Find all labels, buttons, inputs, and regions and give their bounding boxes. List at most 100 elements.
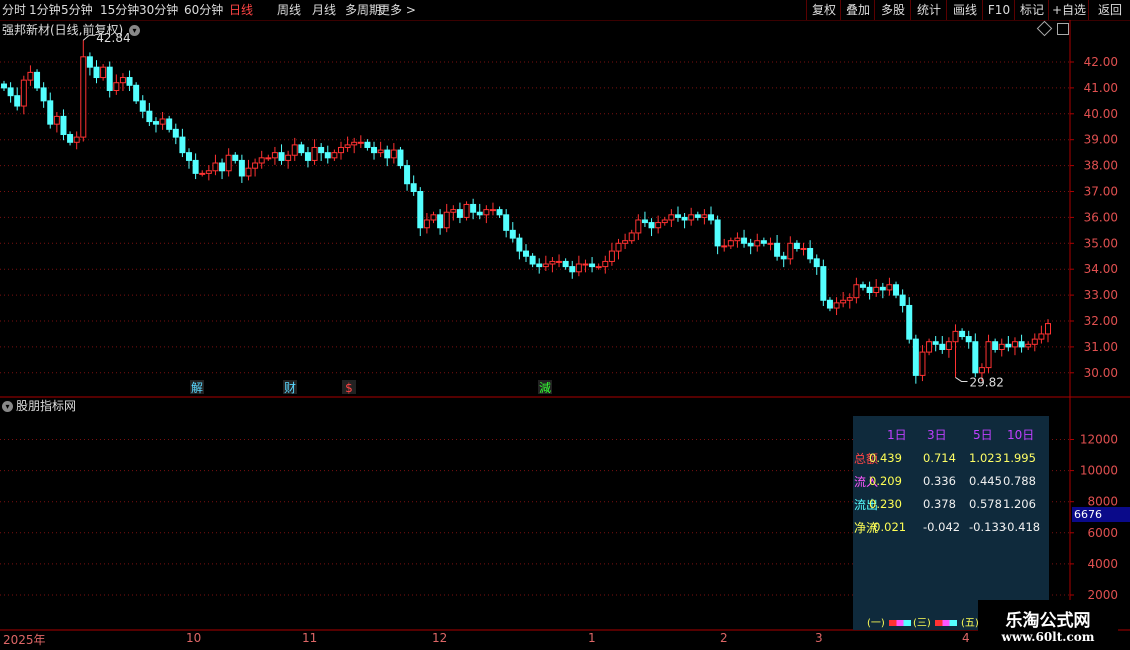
stats-header: 3日: [927, 428, 947, 442]
candle-down: [318, 146, 325, 154]
stats-value: -0.021: [869, 520, 907, 534]
candle-up: [846, 297, 853, 301]
candle-down: [569, 266, 576, 273]
candle-up: [337, 146, 344, 154]
candle-up: [615, 242, 622, 252]
candle-down: [410, 183, 417, 192]
period-tab[interactable]: 60分钟: [184, 1, 223, 19]
price-tick-label: 31.00: [1084, 340, 1118, 354]
toolbar-button[interactable]: 统计: [910, 0, 947, 20]
candle-down: [972, 341, 979, 374]
candle-down: [826, 299, 833, 309]
candle-down: [278, 152, 285, 161]
event-marker[interactable]: $: [345, 381, 353, 395]
candle-down: [859, 284, 866, 288]
current-volume-label: 6676: [1072, 507, 1130, 522]
candle-up: [351, 141, 358, 146]
candle-down: [589, 263, 596, 268]
event-marker[interactable]: 減: [539, 380, 551, 395]
candle-up: [998, 343, 1005, 350]
stats-badge: (三): [913, 618, 931, 629]
candle-up: [945, 341, 952, 350]
period-tab[interactable]: 5分钟: [61, 1, 93, 19]
candle-up: [721, 245, 728, 248]
candle-up: [285, 154, 292, 161]
candle-down: [1, 83, 7, 89]
toolbar-button[interactable]: 复权: [806, 0, 841, 20]
volume-tick-label: 4000: [1087, 557, 1118, 571]
candle-up: [331, 152, 338, 159]
date-axis-label: 12: [432, 631, 448, 645]
candle-down: [694, 214, 701, 218]
event-markers: 解 财 $ 減: [190, 380, 552, 395]
candle-down: [40, 87, 47, 102]
candle-down: [14, 95, 21, 107]
candle-up: [800, 247, 807, 250]
period-tab[interactable]: 分时: [2, 1, 26, 19]
candle-up: [377, 149, 384, 154]
candle-up: [113, 82, 120, 91]
candle-up: [463, 203, 470, 218]
candle-down: [708, 214, 715, 221]
candle-down: [536, 263, 543, 268]
candle-down: [793, 242, 800, 249]
period-tab[interactable]: 1分钟: [29, 1, 61, 19]
candle-up: [159, 118, 166, 125]
candle-down: [820, 266, 827, 301]
price-tick-label: 34.00: [1084, 262, 1118, 276]
stats-value: 0.439: [869, 451, 902, 465]
period-tab[interactable]: 15分钟: [100, 1, 139, 19]
chevron-down-icon[interactable]: ▾: [129, 25, 141, 36]
candle-down: [965, 336, 972, 343]
candle-down: [298, 144, 305, 154]
stats-badge: (一): [867, 618, 885, 629]
candle-up: [727, 240, 734, 247]
candle-up: [1011, 341, 1018, 348]
event-marker[interactable]: 财: [284, 381, 296, 395]
candle-up: [291, 144, 298, 156]
high-low-annotations: 42.8429.82: [82, 31, 1004, 389]
price-tick-label: 32.00: [1084, 314, 1118, 328]
toolbar-button[interactable]: 画线: [946, 0, 983, 20]
period-tab[interactable]: 月线: [312, 1, 336, 19]
candle-down: [509, 229, 516, 239]
candle-up: [225, 154, 232, 172]
stats-value: 0.578: [969, 497, 1002, 511]
candle-down: [714, 219, 721, 247]
candle-up: [549, 260, 556, 265]
toolbar-button[interactable]: 返回: [1088, 0, 1130, 20]
period-toolbar: 分时 1分钟 5分钟 15分钟 30分钟 60分钟 日线 周线 月线 多周期 更多 > 复权 叠加 多股…: [0, 0, 1130, 21]
candle-down: [529, 255, 536, 265]
toolbar-button[interactable]: F10: [982, 0, 1015, 20]
candle-down: [807, 247, 814, 260]
candle-up: [602, 260, 609, 268]
candle-down: [86, 56, 93, 68]
price-tick-label: 38.00: [1084, 159, 1118, 173]
candle-down: [437, 214, 444, 229]
stats-badge-bar: [935, 620, 957, 626]
candle-up: [575, 263, 582, 273]
candle-up: [252, 162, 259, 169]
candle-up: [245, 167, 252, 177]
toolbar-button[interactable]: 多股: [874, 0, 911, 20]
candle-down: [1005, 343, 1012, 348]
toolbar-button[interactable]: 叠加: [840, 0, 875, 20]
panel-icon[interactable]: [1057, 23, 1069, 35]
candle-up: [423, 219, 430, 229]
candle-up: [265, 157, 272, 160]
period-tab[interactable]: 日线: [229, 1, 253, 19]
period-tab[interactable]: 周线: [277, 1, 301, 19]
event-marker[interactable]: 解: [191, 381, 203, 395]
candle-up: [20, 79, 27, 107]
candle-down: [47, 100, 54, 125]
period-tab[interactable]: 30分钟: [139, 1, 178, 19]
candle-up: [926, 341, 933, 353]
chevron-down-icon[interactable]: ▾: [2, 401, 13, 412]
candle-up: [205, 170, 212, 174]
period-tab[interactable]: 多周期: [345, 1, 381, 19]
volume-tick-label: 6000: [1087, 526, 1118, 540]
toolbar-button[interactable]: 标记: [1014, 0, 1049, 20]
candle-down: [932, 341, 939, 345]
period-tab[interactable]: 更多 >: [378, 1, 416, 19]
toolbar-button[interactable]: +自选: [1048, 0, 1089, 20]
